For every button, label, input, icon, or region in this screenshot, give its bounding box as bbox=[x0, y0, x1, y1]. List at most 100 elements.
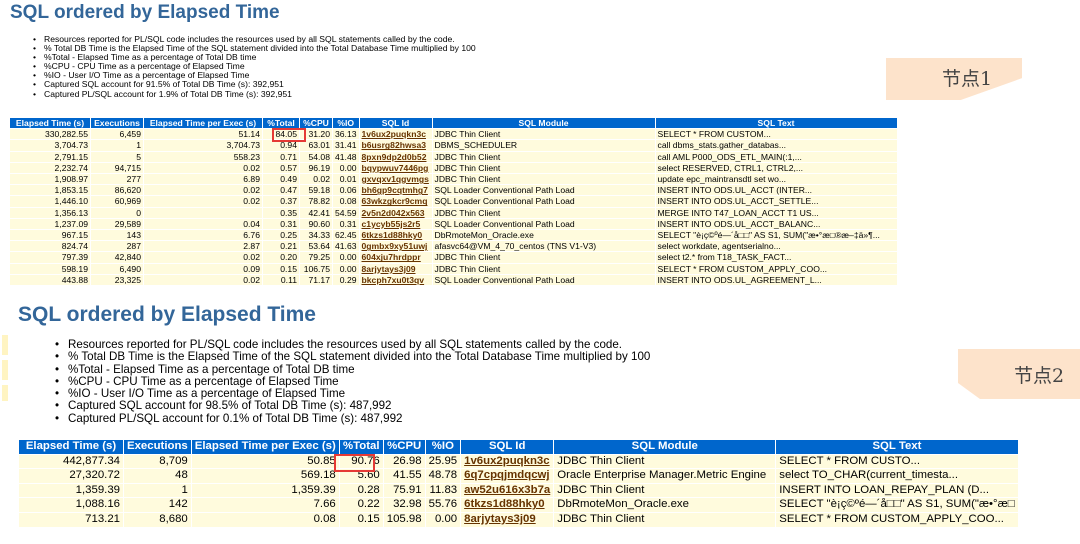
cell-sql-id: 8arjytays3j09 bbox=[359, 263, 432, 274]
col-elapsed-per-exec[interactable]: Elapsed Time per Exec (s) bbox=[144, 118, 262, 129]
col-sql-id[interactable]: SQL Id bbox=[461, 440, 554, 454]
cell-sql-text: SELECT "è¡ç©ºé—´å□□" AS S1, SUM("æ•°æ□®æ… bbox=[655, 230, 897, 241]
col-elapsed-time[interactable]: Elapsed Time (s) bbox=[19, 440, 123, 454]
col-executions[interactable]: Executions bbox=[91, 118, 143, 129]
sql-id-link[interactable]: 1v6ux2puqkn3c bbox=[362, 129, 426, 139]
cell-sql-id: 8arjytays3j09 bbox=[461, 512, 554, 527]
section1-notes: Resources reported for PL/SQL code inclu… bbox=[30, 34, 476, 98]
cell-pct-total: 0.20 bbox=[263, 252, 299, 263]
sql-id-link[interactable]: 6tkzs1d88hky0 bbox=[362, 230, 423, 240]
cell-sql-module: JDBC Thin Client bbox=[432, 252, 655, 263]
sql-id-link[interactable]: 6tkzs1d88hky0 bbox=[464, 498, 544, 510]
cell-sql-id: aw52u616x3b7a bbox=[461, 483, 554, 498]
col-pct-total[interactable]: %Total bbox=[339, 440, 383, 454]
cell-sql-text: INSERT INTO ODS.UL_AGREEMENT_L... bbox=[655, 274, 897, 286]
cell-pct-cpu: 59.18 bbox=[300, 185, 332, 196]
cell-executions: 94,715 bbox=[91, 162, 143, 174]
sql-id-link[interactable]: gxvqxv1qgvmgs bbox=[362, 174, 429, 184]
sql-id-link[interactable]: 1v6ux2puqkn3c bbox=[464, 455, 549, 467]
cell-elapsed-per-exec: 0.02 bbox=[144, 274, 262, 286]
cell-executions: 6,490 bbox=[91, 263, 143, 274]
col-elapsed-time[interactable]: Elapsed Time (s) bbox=[10, 118, 90, 129]
cell-pct-io: 11.83 bbox=[425, 483, 461, 498]
col-pct-total[interactable]: %Total bbox=[263, 118, 299, 129]
cell-executions: 29,589 bbox=[91, 218, 143, 230]
table-row: 967.15 143 6.76 0.25 34.33 62.45 6tkzs1d88hky0… bbox=[10, 230, 897, 241]
cell-sql-text: SELECT "è¡ç©ºé—´å□□" AS S1, SUM("æ•°æ□ bbox=[776, 498, 1018, 512]
col-sql-module[interactable]: SQL Module bbox=[554, 440, 776, 454]
sql-id-link[interactable]: 604xju7hrdppr bbox=[362, 252, 421, 262]
sql-id-link[interactable]: 8arjytays3j09 bbox=[362, 264, 416, 274]
table-row: 3,704.73 1 3,704.73 0.94 63.01 31.41 b6usrg82h… bbox=[10, 140, 897, 151]
cell-sql-id: 2v5n2d042x563 bbox=[359, 207, 432, 218]
col-executions[interactable]: Executions bbox=[124, 440, 191, 454]
cell-sql-module: DbRmoteMon_Oracle.exe bbox=[432, 230, 655, 241]
sql-id-link[interactable]: 8pxn9dp2d0b52 bbox=[362, 152, 427, 162]
sql-id-link[interactable]: aw52u616x3b7a bbox=[464, 484, 550, 496]
table-row: 1,356.13 0 0.35 42.41 54.59 2v5n2d042x563 JDBC… bbox=[10, 207, 897, 218]
cell-pct-total: 0.57 bbox=[263, 162, 299, 174]
cell-sql-text: call AML P000_ODS_ETL_MAIN(:1,... bbox=[655, 151, 897, 162]
sql-id-link[interactable]: 8arjytays3j09 bbox=[464, 513, 536, 525]
cell-sql-text: INSERT INTO ODS.UL_ACCT_SETTLE... bbox=[655, 196, 897, 207]
col-elapsed-per-exec[interactable]: Elapsed Time per Exec (s) bbox=[191, 440, 339, 454]
cell-elapsed-per-exec: 0.09 bbox=[144, 263, 262, 274]
cell-pct-io: 0.31 bbox=[333, 218, 359, 230]
cell-pct-total: 0.28 bbox=[339, 483, 383, 498]
sql-id-link[interactable]: c1ycyb55js2r5 bbox=[362, 219, 421, 229]
cell-pct-total: 0.11 bbox=[263, 274, 299, 286]
cell-pct-io: 0.06 bbox=[333, 185, 359, 196]
cell-executions: 1 bbox=[124, 483, 191, 498]
sql-id-link[interactable]: 2v5n2d042x563 bbox=[362, 208, 425, 218]
col-sql-id[interactable]: SQL Id bbox=[359, 118, 432, 129]
section2-pct-total-highlight bbox=[334, 454, 375, 472]
sql-id-link[interactable]: bh6gp9cqtmhg7 bbox=[362, 185, 428, 195]
cell-pct-total: 0.15 bbox=[263, 263, 299, 274]
cell-executions: 42,840 bbox=[91, 252, 143, 263]
cell-sql-text: SELECT * FROM CUSTOM_APPLY_COO... bbox=[655, 263, 897, 274]
col-sql-text[interactable]: SQL Text bbox=[776, 440, 1018, 454]
sql-id-link[interactable]: bqypwuv7446pg bbox=[362, 163, 429, 173]
cell-elapsed-per-exec bbox=[144, 207, 262, 218]
col-pct-io[interactable]: %IO bbox=[425, 440, 461, 454]
yellow-marker bbox=[2, 360, 8, 380]
cell-pct-io: 31.41 bbox=[333, 140, 359, 151]
cell-pct-cpu: 90.60 bbox=[300, 218, 332, 230]
sql-id-link[interactable]: 6q7cpqjmdqcwj bbox=[464, 469, 549, 481]
cell-elapsed-per-exec: 2.87 bbox=[144, 241, 262, 252]
section1-pct-total-highlight bbox=[272, 128, 306, 142]
cell-sql-text: INSERT INTO ODS.UL_ACCT (INTER... bbox=[655, 185, 897, 196]
cell-pct-cpu: 75.91 bbox=[383, 483, 425, 498]
col-pct-io[interactable]: %IO bbox=[333, 118, 359, 129]
cell-pct-cpu: 106.75 bbox=[300, 263, 332, 274]
section2-title: SQL ordered by Elapsed Time bbox=[18, 303, 316, 326]
cell-sql-text: select TO_CHAR(current_timesta... bbox=[776, 469, 1018, 483]
sql-id-link[interactable]: b6usrg82hwsa3 bbox=[362, 140, 426, 150]
col-pct-cpu[interactable]: %CPU bbox=[383, 440, 425, 454]
table-row: 1,237.09 29,589 0.04 0.31 90.60 0.31 c1ycyb55j… bbox=[10, 218, 897, 230]
cell-pct-total: 0.49 bbox=[263, 174, 299, 185]
col-pct-cpu[interactable]: %CPU bbox=[300, 118, 332, 129]
sql-id-link[interactable]: 63wkzgkcr9cmq bbox=[362, 196, 428, 206]
cell-elapsed-time: 1,088.16 bbox=[19, 498, 123, 512]
cell-elapsed-time: 824.74 bbox=[10, 241, 90, 252]
cell-pct-io: 0.08 bbox=[333, 196, 359, 207]
col-sql-module[interactable]: SQL Module bbox=[432, 118, 655, 129]
cell-sql-text: select t2.* from T18_TASK_FACT... bbox=[655, 252, 897, 263]
section2-note: Captured PL/SQL account for 0.1% of Tota… bbox=[52, 412, 650, 425]
cell-elapsed-time: 1,908.97 bbox=[10, 174, 90, 185]
sql-id-link[interactable]: 0gmbx9xy51uwj bbox=[362, 241, 428, 251]
cell-elapsed-time: 1,359.39 bbox=[19, 483, 123, 498]
cell-elapsed-per-exec: 50.85 bbox=[191, 454, 339, 469]
cell-pct-total: 0.37 bbox=[263, 196, 299, 207]
cell-elapsed-per-exec: 51.14 bbox=[144, 129, 262, 140]
cell-elapsed-time: 443.88 bbox=[10, 274, 90, 286]
cell-pct-cpu: 34.33 bbox=[300, 230, 332, 241]
cell-elapsed-time: 967.15 bbox=[10, 230, 90, 241]
cell-pct-total: 0.35 bbox=[263, 207, 299, 218]
col-sql-text[interactable]: SQL Text bbox=[655, 118, 897, 129]
cell-pct-io: 41.48 bbox=[333, 151, 359, 162]
cell-elapsed-time: 713.21 bbox=[19, 512, 123, 527]
cell-pct-io: 25.95 bbox=[425, 454, 461, 469]
sql-id-link[interactable]: bkcph7xu0t3qv bbox=[362, 275, 425, 285]
